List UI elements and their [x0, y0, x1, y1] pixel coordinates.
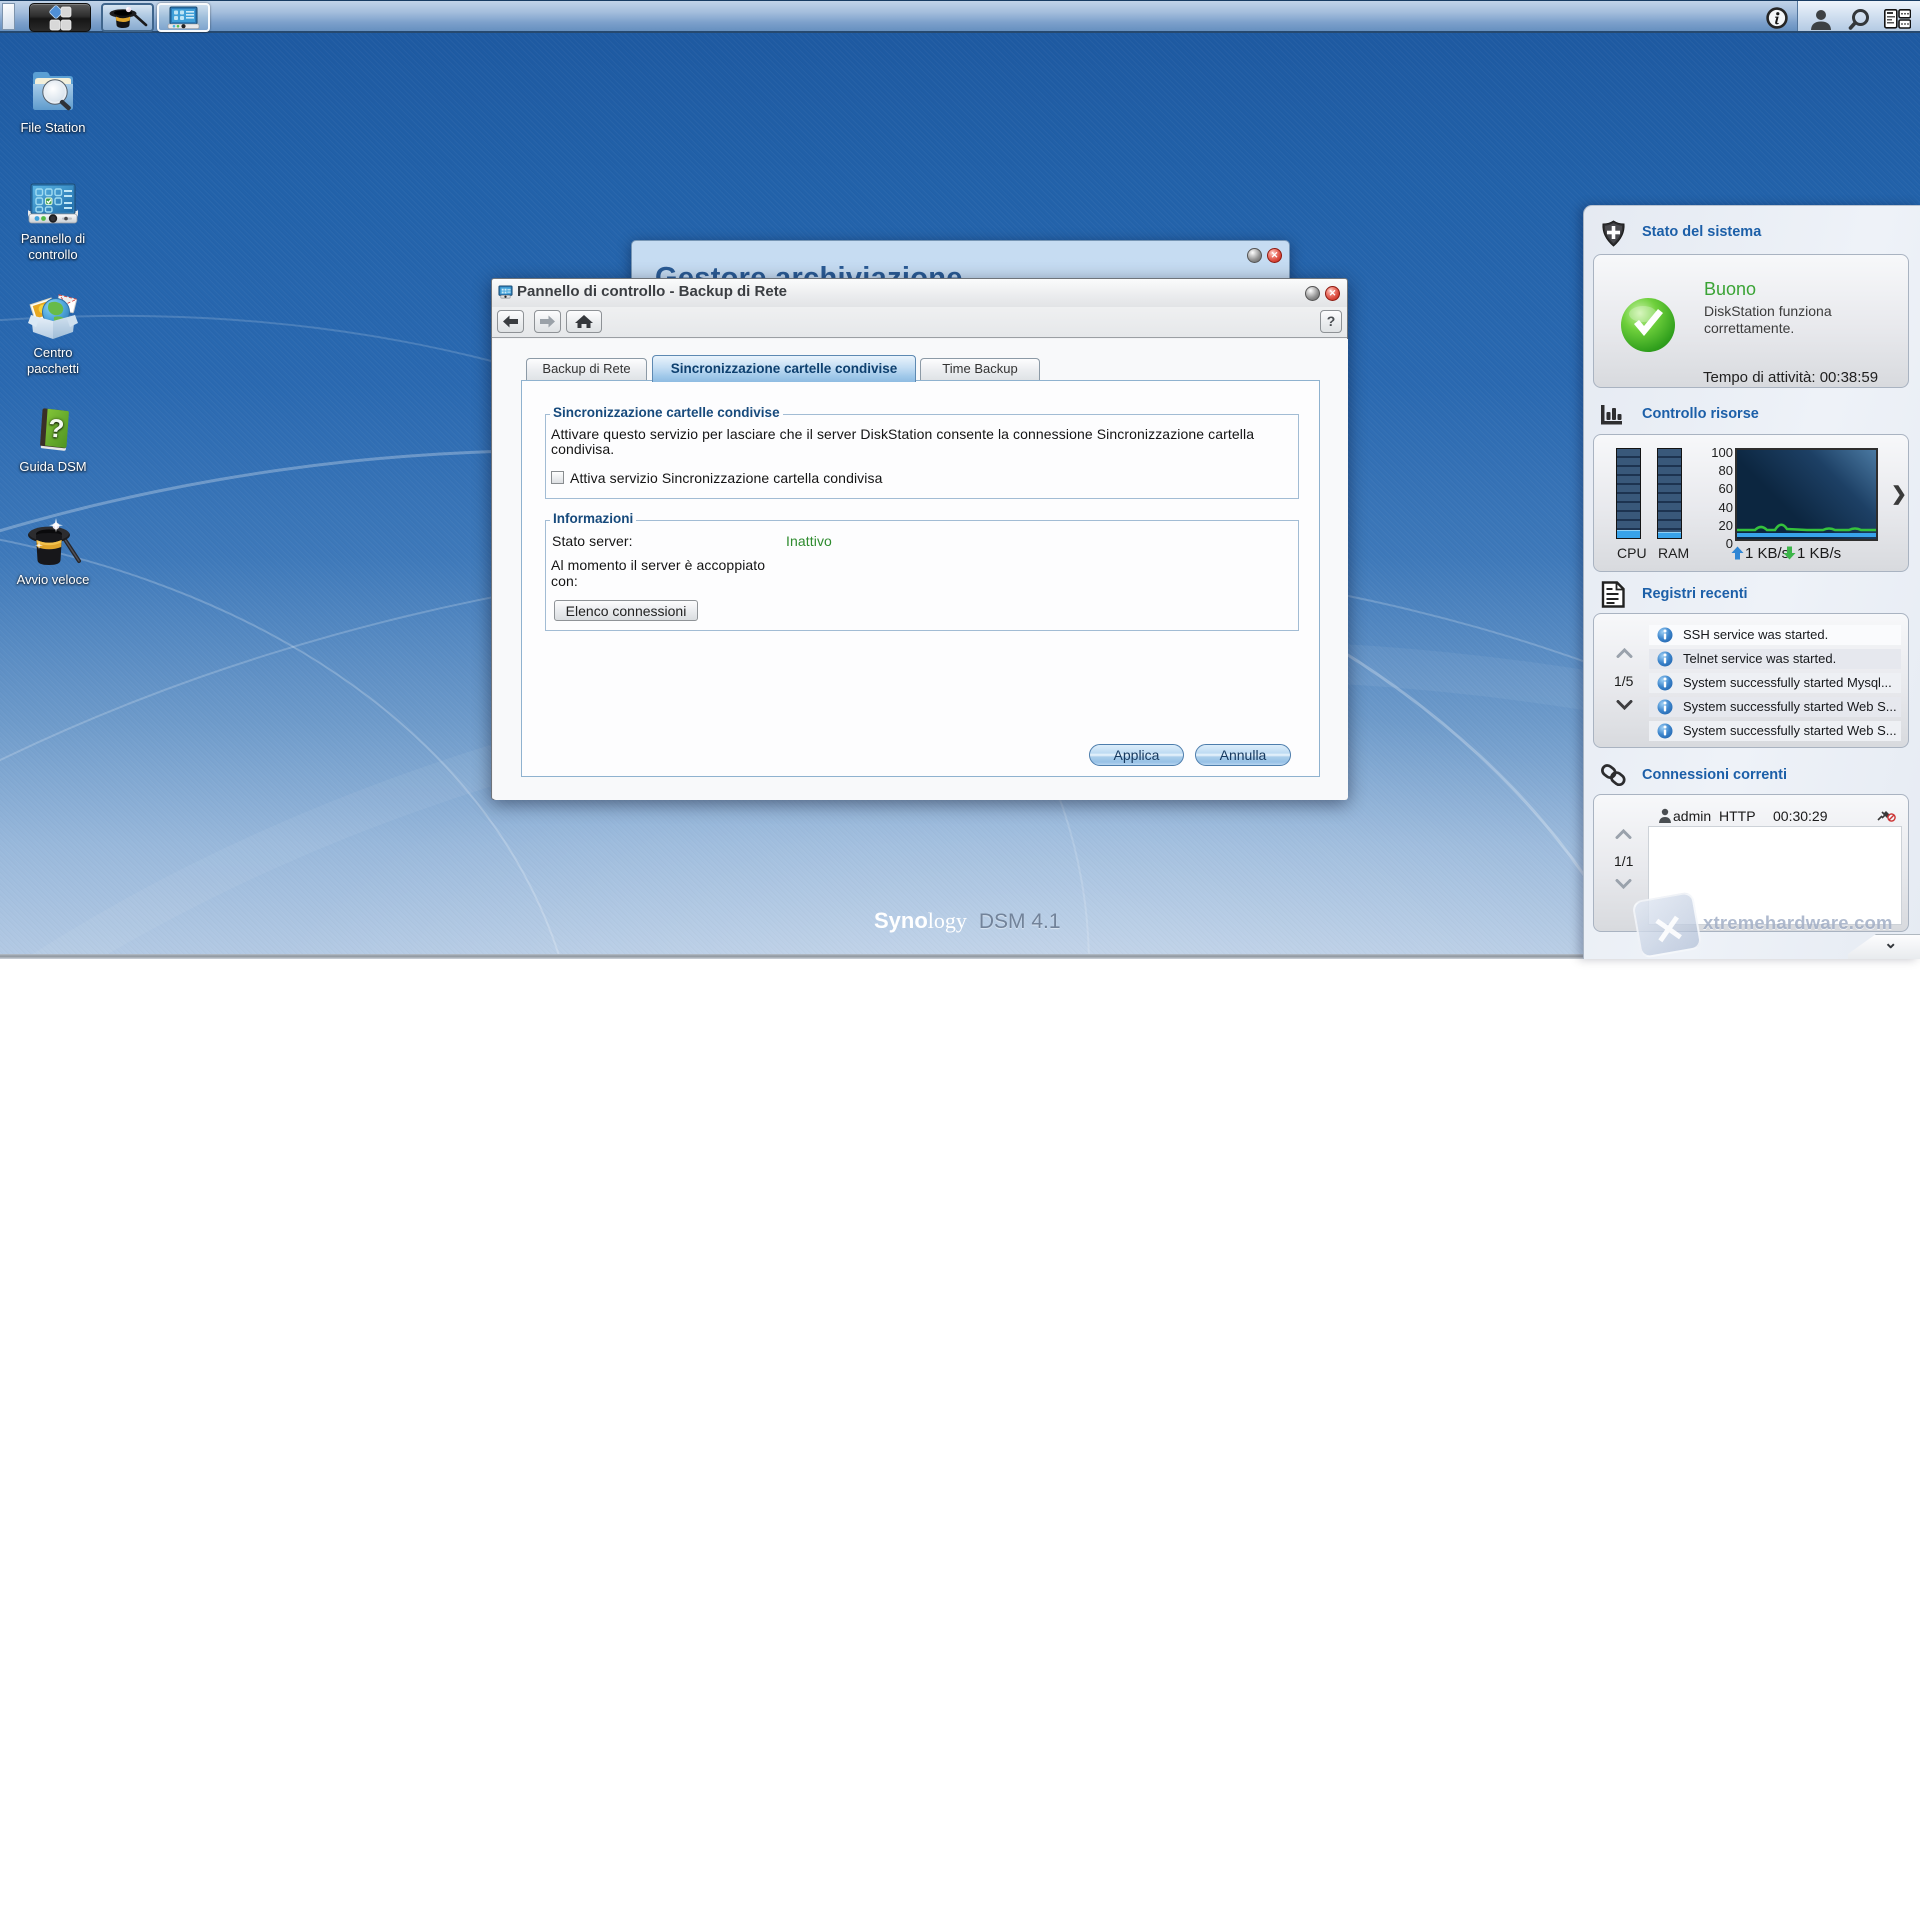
- svg-text:?: ?: [47, 413, 65, 444]
